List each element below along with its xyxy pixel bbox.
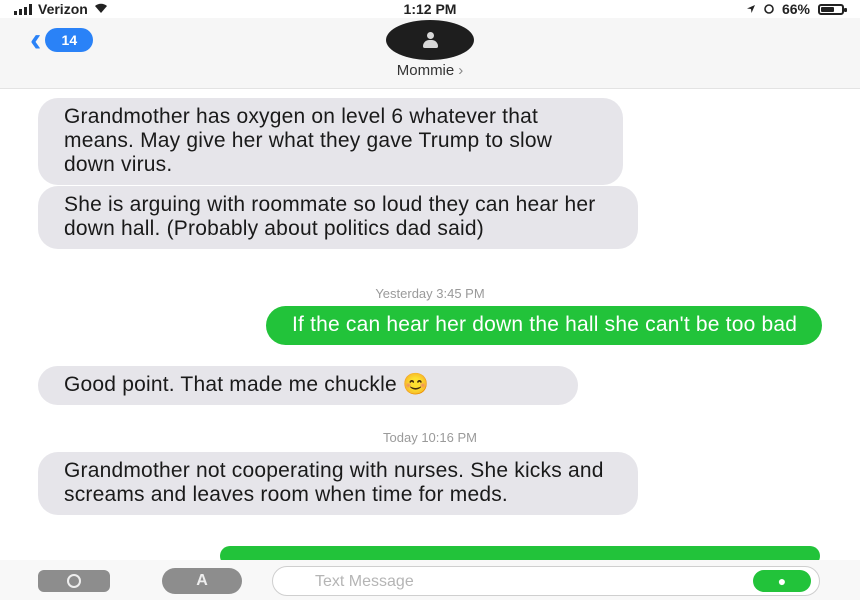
status-bar: Verizon 1:12 PM 66% [0, 0, 860, 20]
app-store-icon: A [196, 572, 208, 589]
message-timestamp: Today 10:16 PM [383, 430, 477, 445]
message-timestamp: Yesterday 3:45 PM [375, 286, 485, 301]
contact-avatar[interactable] [386, 20, 474, 60]
contact-name: Mommie [396, 62, 455, 79]
message-bubble-incoming[interactable]: Good point. That made me chuckle 😊 [38, 366, 578, 405]
message-bubble-incoming[interactable]: She is arguing with roommate so loud the… [38, 186, 638, 249]
battery-icon [818, 3, 847, 15]
message-bubble-incoming[interactable]: Grandmother has oxygen on level 6 whatev… [38, 98, 623, 185]
message-list[interactable]: Grandmother has oxygen on level 6 whatev… [0, 88, 860, 566]
camera-icon [67, 574, 81, 588]
camera-button[interactable] [38, 570, 110, 592]
person-icon [423, 32, 438, 48]
message-input-container[interactable]: ● [272, 566, 820, 596]
message-bubble-incoming[interactable]: Grandmother not cooperating with nurses.… [38, 452, 638, 515]
alarm-icon [764, 1, 774, 17]
conversation-header: ‹ 14 Mommie › [0, 18, 860, 89]
message-input[interactable] [313, 571, 737, 593]
message-composer: A ● [0, 560, 860, 600]
unread-count-badge: 14 [45, 28, 94, 52]
chevron-left-icon: ‹ [30, 21, 42, 59]
status-right: 66% [746, 1, 847, 17]
battery-percent: 66% [781, 1, 810, 17]
message-bubble-outgoing[interactable]: If the can hear her down the hall she ca… [266, 306, 822, 345]
back-button[interactable]: ‹ 14 [30, 21, 94, 59]
chevron-right-icon: › [458, 62, 464, 79]
audio-message-button[interactable]: ● [753, 570, 811, 592]
contact-name-button[interactable]: Mommie › [0, 62, 860, 79]
status-time: 1:12 PM [403, 1, 457, 17]
microphone-icon: ● [777, 573, 787, 589]
location-icon [746, 1, 756, 17]
app-store-button[interactable]: A [162, 568, 242, 594]
